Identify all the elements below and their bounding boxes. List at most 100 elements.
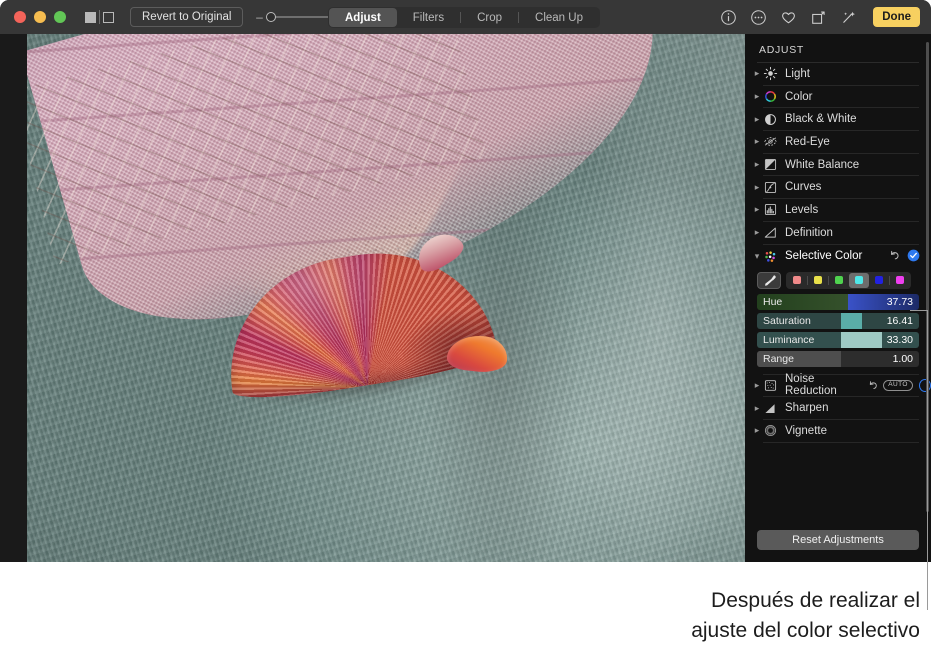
swatch-yellow[interactable] [808,273,828,288]
slider-knob[interactable] [841,332,882,348]
slider-value: 33.30 [887,332,913,348]
slider-label: Hue [757,296,782,308]
filled-square-icon [85,12,96,23]
minimize-window-button[interactable] [34,11,46,23]
color-wheel-icon [763,89,778,104]
slider-hue[interactable]: Hue 37.73 [757,294,919,310]
chevron-right-icon[interactable]: ▸ [751,114,763,125]
revert-to-original-button[interactable]: Revert to Original [130,7,243,27]
selective-color-icon [763,249,778,264]
black-and-white-icon [763,112,778,127]
chevron-right-icon[interactable]: ▸ [751,425,763,436]
sidebar-item-selective-color[interactable]: ▾ Selective Color [745,245,931,268]
tab-clean-up-label: Clean Up [535,12,583,24]
chevron-right-icon[interactable]: ▸ [751,403,763,414]
revert-icon[interactable] [868,380,878,391]
sidebar-item-levels[interactable]: ▸ Levels [745,199,931,221]
sidebar-item-label: White Balance [785,159,859,171]
divider [763,442,919,443]
swatch-magenta[interactable] [890,273,910,288]
slider-value: 37.73 [887,294,913,310]
slider-knob[interactable] [841,313,862,329]
tab-filters[interactable]: Filters [397,8,460,27]
info-icon[interactable] [720,9,737,26]
caption-line-2: ajuste del color selectivo [520,616,920,646]
eyedropper-button[interactable] [757,272,781,289]
chevron-right-icon[interactable]: ▸ [751,204,763,215]
tab-adjust[interactable]: Adjust [329,8,397,27]
enable-toggle-ring[interactable] [919,379,931,392]
sidebar-item-label: Sharpen [785,402,828,414]
slider-luminance[interactable]: Luminance 33.30 [757,332,919,348]
sidebar-item-label: Black & White [785,113,857,125]
sidebar-item-label: Selective Color [785,250,862,262]
sidebar-item-label: Red-Eye [785,136,830,148]
swatch-red[interactable] [787,273,807,288]
sidebar-item-definition[interactable]: ▸ Definition [745,222,931,244]
chevron-right-icon[interactable]: ▸ [751,227,763,238]
chevron-right-icon[interactable]: ▸ [751,380,763,391]
sidebar-item-white-balance[interactable]: ▸ White Balance [745,154,931,176]
chevron-right-icon[interactable]: ▸ [751,136,763,147]
chevron-right-icon[interactable]: ▸ [751,91,763,102]
sidebar-item-color[interactable]: ▸ Color [745,86,931,108]
favorite-heart-icon[interactable] [780,9,797,26]
definition-icon [763,225,778,240]
rotate-icon[interactable] [810,9,827,26]
swatch-color-dot [896,276,904,284]
red-eye-icon [763,134,778,149]
revert-icon[interactable] [889,250,900,261]
window-toolbar: Revert to Original – + Adjust Filters Cr… [0,0,931,34]
slider-range[interactable]: Range 1.00 [757,351,919,367]
traffic-lights [14,11,66,23]
sidebar-item-label: Definition [785,227,833,239]
toolbar-actions: Done [720,0,920,34]
auto-enhance-icon[interactable] [840,9,857,26]
sidebar-item-vignette[interactable]: ▸ Vignette [745,420,931,442]
sidebar-item-curves[interactable]: ▸ Curves [745,176,931,198]
chevron-down-icon[interactable]: ▾ [751,251,763,262]
close-window-button[interactable] [14,11,26,23]
reset-adjustments-button[interactable]: Reset Adjustments [757,530,919,550]
caption: Después de realizar el ajuste del color … [520,586,920,646]
photo-layer-vignette [27,34,745,562]
slider-saturation[interactable]: Saturation 16.41 [757,313,919,329]
sidebar-item-sharpen[interactable]: ▸ Sharpen [745,397,931,419]
more-options-icon[interactable] [750,9,767,26]
sidebar-item-red-eye[interactable]: ▸ Red-Eye [745,131,931,153]
swatch-color-dot [855,276,863,284]
seashell-on-knit-blanket-photo[interactable] [27,34,745,562]
sidebar-item-noise-reduction[interactable]: ▸ Noise Reduction AUTO [745,375,931,397]
chevron-right-icon[interactable]: ▸ [751,68,763,79]
sidebar-item-black-and-white[interactable]: ▸ Black & White [745,108,931,130]
revert-to-original-label: Revert to Original [142,8,231,26]
swatch-color-dot [875,276,883,284]
sidebar-item-label: Light [785,68,810,80]
tab-crop[interactable]: Crop [461,8,518,27]
photo-canvas[interactable] [0,34,745,562]
tab-clean-up[interactable]: Clean Up [519,8,599,27]
zoom-slider-track[interactable] [268,16,330,18]
zoom-slider-knob[interactable] [266,12,276,22]
callout-leader-horizontal [910,310,928,311]
sidebar-item-light[interactable]: ▸ Light [745,63,931,85]
outline-square-icon [103,12,114,23]
color-swatches [786,272,911,289]
chevron-right-icon[interactable]: ▸ [751,182,763,193]
swatch-green[interactable] [829,273,849,288]
swatch-color-dot [814,276,822,284]
slider-label: Range [757,353,794,365]
swatch-cyan[interactable] [849,273,869,288]
white-balance-icon [763,157,778,172]
compare-view-toggle[interactable] [85,10,114,24]
zoom-out-icon[interactable]: – [255,11,263,23]
done-button[interactable]: Done [873,7,920,27]
sidebar-item-label: Levels [785,204,818,216]
chevron-right-icon[interactable]: ▸ [751,159,763,170]
auto-badge[interactable]: AUTO [883,380,913,391]
checkmark-enabled-icon[interactable] [907,249,920,262]
zoom-window-button[interactable] [54,11,66,23]
levels-icon [763,202,778,217]
swatch-blue[interactable] [869,273,889,288]
edit-mode-tabs: Adjust Filters Crop Clean Up [328,7,600,28]
